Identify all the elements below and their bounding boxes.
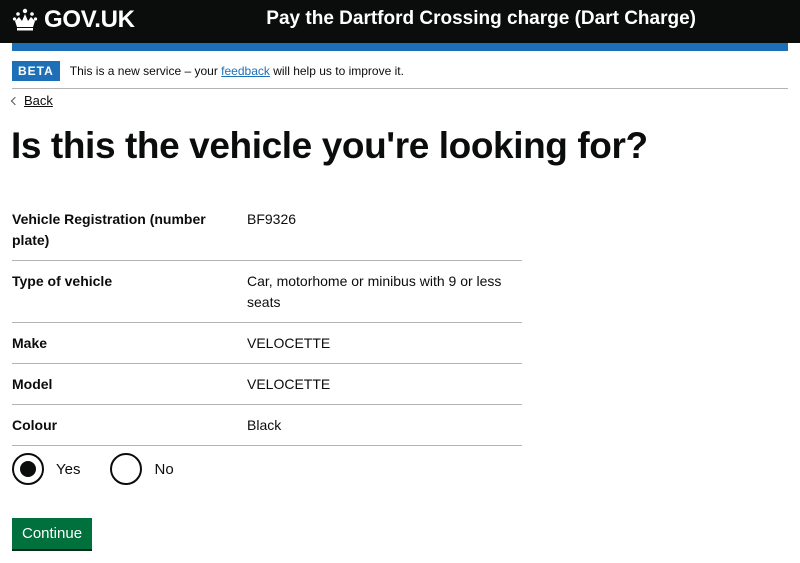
phase-banner: BETA This is a new service – your feedba… — [12, 61, 788, 89]
chevron-left-icon — [10, 96, 20, 106]
radio-yes[interactable]: Yes — [12, 453, 80, 485]
summary-key: Vehicle Registration (number plate) — [12, 211, 206, 248]
summary-value: VELOCETTE — [247, 376, 331, 392]
feedback-link[interactable]: feedback — [221, 64, 270, 78]
vehicle-summary-list: Vehicle Registration (number plate) BF93… — [12, 199, 522, 446]
radio-no-label[interactable]: No — [154, 461, 173, 478]
summary-key: Model — [12, 376, 53, 392]
summary-row-make: Make VELOCETTE — [12, 323, 522, 364]
back-link[interactable]: Back — [10, 93, 53, 108]
back-link-label: Back — [24, 93, 53, 108]
vehicle-confirm-radios: Yes No — [12, 453, 204, 485]
summary-row-registration: Vehicle Registration (number plate) BF93… — [12, 199, 522, 261]
summary-value: VELOCETTE — [247, 335, 331, 351]
beta-tag: BETA — [12, 61, 60, 81]
govuk-logo-link[interactable]: GOV.UK — [12, 6, 135, 34]
summary-row-model: Model VELOCETTE — [12, 364, 522, 405]
service-name[interactable]: Pay the Dartford Crossing charge (Dart C… — [266, 8, 696, 30]
summary-key: Type of vehicle — [12, 273, 113, 289]
page-title: Is this the vehicle you're looking for? — [11, 125, 648, 166]
radio-yes-label[interactable]: Yes — [56, 461, 80, 478]
summary-row-type: Type of vehicle Car, motorhome or minibu… — [12, 261, 522, 323]
summary-value: Car, motorhome or minibus with 9 or less… — [247, 273, 502, 310]
summary-row-colour: Colour Black — [12, 405, 522, 446]
phase-text-after: will help us to improve it. — [269, 64, 404, 78]
site-header: GOV.UK Pay the Dartford Crossing charge … — [0, 0, 800, 43]
summary-key: Make — [12, 335, 48, 351]
radio-yes-circle[interactable] — [12, 453, 44, 485]
phase-banner-text: This is a new service – your feedback wi… — [70, 61, 404, 81]
logo-text: GOV.UK — [44, 6, 135, 33]
crown-icon — [12, 8, 38, 31]
summary-key: Colour — [12, 417, 58, 433]
radio-no-circle[interactable] — [110, 453, 143, 485]
radio-no[interactable]: No — [110, 453, 174, 485]
phase-text-before: This is a new service – your — [69, 64, 222, 78]
header-blue-bar — [12, 43, 788, 51]
continue-button[interactable]: Continue — [12, 518, 93, 549]
summary-value: Black — [247, 417, 282, 433]
summary-value: BF9326 — [247, 211, 297, 227]
